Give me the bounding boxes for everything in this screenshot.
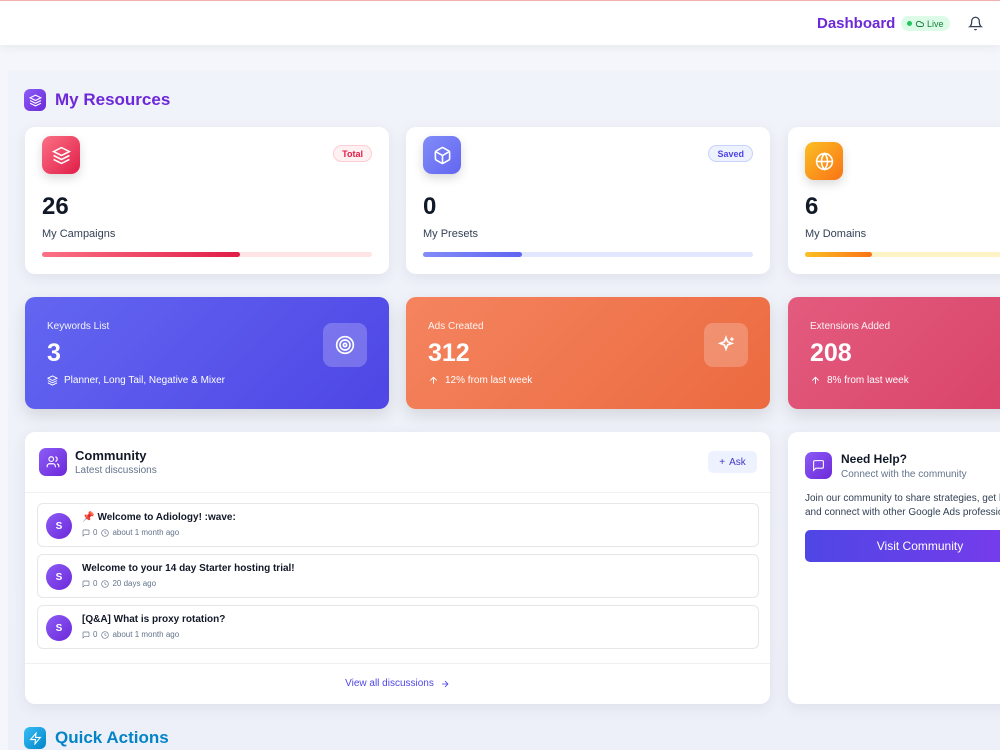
stat-subtitle: Planner, Long Tail, Negative & Mixer	[47, 375, 225, 386]
comment-icon	[82, 529, 90, 537]
stat-subtitle-text: 8% from last week	[827, 375, 909, 386]
status-badge: Live	[901, 16, 950, 31]
ask-button[interactable]: + Ask	[708, 451, 757, 473]
community-panel: Community Latest discussions + Ask S 📌 W…	[25, 432, 770, 704]
sparkles-icon	[704, 323, 748, 367]
stat-subtitle-text: Planner, Long Tail, Negative & Mixer	[64, 375, 226, 386]
total-badge: Total	[333, 145, 372, 162]
community-title: Community	[75, 448, 147, 463]
divider	[25, 492, 770, 493]
keywords-list-card[interactable]: Keywords List 3 Planner, Long Tail, Nega…	[25, 297, 389, 409]
cloud-icon	[915, 20, 924, 27]
divider	[25, 663, 770, 664]
domains-label: My Domains	[805, 228, 867, 240]
arrow-right-icon	[441, 680, 449, 687]
message-icon	[805, 452, 832, 479]
stat-subtitle: 12% from last week	[428, 375, 532, 386]
resources-header: My Resources	[24, 89, 170, 111]
stat-label: Keywords List	[47, 321, 110, 332]
quick-actions-header: Quick Actions	[24, 727, 169, 749]
campaigns-label: My Campaigns	[42, 228, 116, 240]
view-all-label: View all discussions	[345, 678, 434, 689]
discussion-meta: 0 about 1 month ago	[82, 528, 179, 537]
ask-label: Ask	[729, 456, 746, 468]
lightning-icon	[24, 727, 46, 749]
comment-count: 0	[93, 579, 98, 588]
arrow-up-icon	[811, 376, 820, 384]
stat-subtitle-text: 12% from last week	[445, 375, 533, 386]
comment-icon	[82, 631, 90, 639]
arrow-up-icon	[429, 376, 438, 384]
ads-created-card[interactable]: Ads Created 312 12% from last week	[406, 297, 770, 409]
layers-icon	[47, 375, 58, 386]
page-title: Dashboard	[817, 15, 896, 32]
users-icon	[39, 448, 67, 476]
box-icon	[423, 136, 461, 174]
clock-icon	[101, 630, 110, 639]
campaigns-card[interactable]: Total 26 My Campaigns	[25, 127, 389, 274]
pin-icon: 📌	[82, 512, 95, 523]
discussion-title-text: Welcome to Adiology! :wave:	[97, 512, 236, 523]
stat-value: 3	[47, 339, 61, 367]
saved-badge: Saved	[708, 145, 753, 162]
presets-progress-bar	[423, 252, 753, 257]
domains-progress-bar	[805, 252, 1000, 257]
comment-icon	[82, 580, 90, 588]
progress-fill	[42, 252, 240, 257]
comment-count: 0	[93, 630, 98, 639]
stat-label: Ads Created	[428, 321, 484, 332]
comment-count: 0	[93, 528, 98, 537]
discussion-title: [Q&A] What is proxy rotation?	[82, 614, 226, 625]
discussion-item[interactable]: S 📌 Welcome to Adiology! :wave: 0 about …	[37, 503, 759, 547]
community-subtitle: Latest discussions	[75, 465, 157, 476]
extensions-added-card[interactable]: Extensions Added 208 8% from last week	[788, 297, 1000, 409]
discussion-meta: 0 20 days ago	[82, 579, 156, 588]
avatar: S	[46, 513, 72, 539]
status-label: Live	[927, 18, 944, 29]
help-subtitle: Connect with the community	[841, 469, 967, 480]
timestamp: 20 days ago	[112, 579, 157, 588]
stat-subtitle: 8% from last week	[810, 375, 909, 386]
discussion-title: Welcome to your 14 day Starter hosting t…	[82, 563, 295, 574]
target-icon	[323, 323, 367, 367]
section-title: Quick Actions	[55, 728, 169, 747]
help-panel: Need Help? Connect with the community Jo…	[788, 432, 1000, 704]
avatar: S	[46, 564, 72, 590]
avatar: S	[46, 615, 72, 641]
globe-icon	[805, 142, 843, 180]
layers-icon	[24, 89, 46, 111]
view-all-discussions-link[interactable]: View all discussions	[25, 678, 770, 689]
domains-card[interactable]: 6 My Domains	[788, 127, 1000, 274]
clock-icon	[101, 579, 110, 588]
discussion-title: 📌 Welcome to Adiology! :wave:	[82, 512, 236, 523]
clock-icon	[101, 528, 110, 537]
help-description: Join our community to share strategies, …	[805, 493, 1000, 518]
progress-fill	[423, 252, 522, 257]
bell-icon[interactable]	[968, 16, 983, 31]
layers-icon	[42, 136, 80, 174]
presets-label: My Presets	[423, 228, 479, 240]
live-dot-icon	[907, 21, 912, 26]
stat-label: Extensions Added	[810, 321, 891, 332]
timestamp: about 1 month ago	[112, 528, 180, 537]
plus-icon: +	[719, 456, 726, 468]
presets-count: 0	[423, 193, 437, 220]
campaigns-progress-bar	[42, 252, 372, 257]
stat-value: 312	[428, 339, 470, 367]
help-title: Need Help?	[841, 452, 908, 466]
domains-count: 6	[805, 193, 819, 220]
top-bar: Dashboard Live	[0, 0, 1000, 45]
discussion-item[interactable]: S Welcome to your 14 day Starter hosting…	[37, 554, 759, 598]
section-title: My Resources	[55, 90, 171, 109]
timestamp: about 1 month ago	[112, 630, 180, 639]
progress-fill	[805, 252, 872, 257]
discussion-item[interactable]: S [Q&A] What is proxy rotation? 0 about …	[37, 605, 759, 649]
discussion-meta: 0 about 1 month ago	[82, 630, 179, 639]
stat-value: 208	[810, 339, 852, 367]
campaigns-count: 26	[42, 193, 69, 220]
visit-community-button[interactable]: Visit Community	[805, 530, 1000, 562]
presets-card[interactable]: Saved 0 My Presets	[406, 127, 770, 274]
